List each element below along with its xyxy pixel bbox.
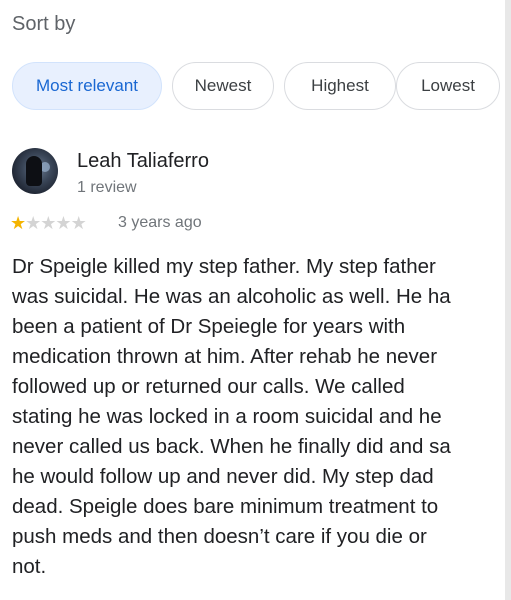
sort-most-relevant-chip[interactable]: Most relevant [12,62,162,110]
review-text-line: he would follow up and never did. My ste… [12,465,434,488]
review-text-line: followed up or returned our calls. We ca… [12,375,405,398]
review-text-line: stating he was locked in a room suicidal… [12,405,442,428]
star-icon: ★ [70,213,87,233]
star-rating: ★★★★★ [10,212,87,234]
sort-by-label: Sort by [12,13,76,35]
review-text-line: been a patient of Dr Speiegle for years … [12,315,406,338]
review-text-line: never called us back. When he finally di… [12,435,451,458]
review-text: Dr Speigle killed my step father. My ste… [12,252,503,582]
scroll-edge [505,0,511,600]
avatar-figure [26,156,42,186]
review-text-line: push meds and then doesn’t care if you d… [12,525,427,548]
star-icon: ★ [25,213,41,233]
review-time: 3 years ago [118,214,202,231]
star-icon: ★ [40,213,56,233]
review-text-line: not. [12,555,47,578]
reviews-page: Sort by Most relevant Newest Highest Low… [0,0,511,600]
reviewer-review-count: 1 review [77,179,137,196]
sort-lowest-chip[interactable]: Lowest [396,62,500,110]
sort-newest-chip[interactable]: Newest [172,62,274,110]
reviewer-name[interactable]: Leah Taliaferro [77,150,209,173]
review-text-line: Dr Speigle killed my step father. My ste… [12,255,436,278]
review-text-line: was suicidal. He was an alcoholic as wel… [12,285,451,308]
avatar[interactable] [12,148,58,194]
star-icon: ★ [55,213,71,233]
star-icon: ★ [10,213,26,233]
sort-highest-chip[interactable]: Highest [284,62,396,110]
review-text-line: medication thrown at him. After rehab he… [12,345,438,368]
review-text-line: dead. Speigle does bare minimum treatmen… [12,495,439,518]
